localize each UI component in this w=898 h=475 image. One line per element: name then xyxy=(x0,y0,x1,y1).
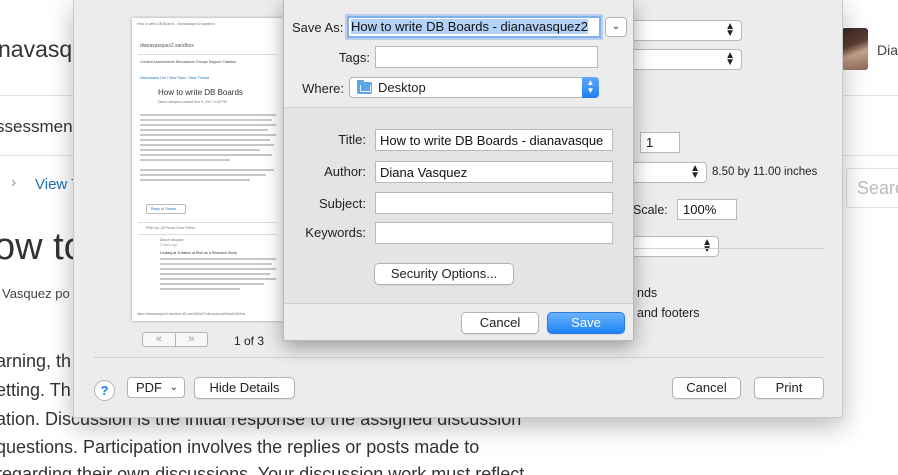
folder-icon xyxy=(357,80,372,94)
up-down-arrows-icon: ▲ ▼ xyxy=(582,77,599,98)
tags-input[interactable] xyxy=(375,46,598,68)
next-page-button[interactable]: » xyxy=(174,333,208,346)
up-down-arrows-icon: ▲ ▼ xyxy=(702,237,712,255)
hide-details-button[interactable]: Hide Details xyxy=(194,377,295,399)
up-down-arrows-icon: ▲ ▼ xyxy=(725,21,735,39)
title-input[interactable]: How to write DB Boards - dianavasque xyxy=(375,129,613,151)
preview-site: dianavasquez2.sandbox xyxy=(140,43,194,49)
metadata-section: Title: How to write DB Boards - dianavas… xyxy=(284,107,633,304)
footer-divider xyxy=(94,357,824,358)
save-pdf-sheet: Save As: How to write DB Boards - dianav… xyxy=(283,0,634,341)
preview-text-line xyxy=(140,114,276,116)
options-panel-select[interactable]: ▲ ▼ xyxy=(623,236,719,257)
preview-text-line xyxy=(140,129,268,131)
preview-text-line xyxy=(140,149,260,151)
preview-text-line xyxy=(140,179,250,181)
preview-text-line xyxy=(140,169,274,171)
option-headers-footers-label[interactable]: and footers xyxy=(637,306,700,320)
presets-select[interactable]: ▲ ▼ xyxy=(623,49,742,70)
preview-footer: https://dianavasquez2.sandbox.d2l.com/d2… xyxy=(137,312,246,316)
preview-text-line xyxy=(160,278,276,280)
preview-reply-button: Reply to Thread xyxy=(146,204,186,214)
paper-size-select[interactable]: ▲ ▼ xyxy=(623,162,707,183)
up-down-arrows-icon: ▲ ▼ xyxy=(690,163,700,181)
where-popup[interactable]: Desktop ▲ ▼ xyxy=(349,77,599,98)
subject-input[interactable] xyxy=(375,192,613,214)
author-label: Author: xyxy=(324,164,366,179)
paper-size-text: 8.50 by 11.00 inches xyxy=(712,166,818,178)
preview-text-line xyxy=(160,283,264,285)
author-input[interactable]: Diana Vasquez xyxy=(375,161,613,183)
preview-text-line xyxy=(140,134,276,136)
where-label: Where: xyxy=(302,81,344,96)
preview-header: How to write DB Boards - dianavasquez2.s… xyxy=(137,22,216,26)
save-button[interactable]: Save xyxy=(547,312,625,334)
keywords-input[interactable] xyxy=(375,222,613,244)
preview-reply-subject: Looking at 'A Nation at Risk' as a Resea… xyxy=(160,251,237,255)
preview-text-line xyxy=(140,119,272,121)
page-preview: How to write DB Boards - dianavasquez2.s… xyxy=(132,18,283,321)
preview-text-line xyxy=(140,174,266,176)
help-button[interactable]: ? xyxy=(94,380,115,401)
cancel-save-button[interactable]: Cancel xyxy=(461,312,539,334)
scale-label: Scale: xyxy=(633,203,668,217)
preview-text-line xyxy=(160,288,240,290)
preview-text-line xyxy=(140,139,270,141)
preview-text-line xyxy=(140,144,274,146)
subject-label: Subject: xyxy=(319,196,366,211)
preview-title: How to write DB Boards xyxy=(158,88,243,97)
body-text-line: arning, th xyxy=(0,351,72,371)
preview-reply-label: Reply to Thread xyxy=(151,207,176,211)
page-navigator: « » xyxy=(142,332,208,347)
preview-reply-author: Diana Vasquez xyxy=(160,238,184,242)
where-value: Desktop xyxy=(378,80,426,95)
preview-text-line xyxy=(140,159,230,161)
avatar[interactable] xyxy=(842,28,868,70)
option-backgrounds-label[interactable]: nds xyxy=(637,286,657,300)
printer-select[interactable]: ▲ ▼ xyxy=(623,20,742,41)
preview-menu: Content Assessments Discussions Groups S… xyxy=(140,60,236,64)
preview-divider xyxy=(138,222,277,223)
body-text-line: questions. Participation involves the re… xyxy=(0,437,480,457)
save-as-value: How to write DB Boards - dianavasquez2 xyxy=(351,19,589,34)
pdf-label: PDF xyxy=(136,380,162,395)
body-text-line: regarding their own discussions. Your di… xyxy=(0,464,525,475)
nav-item-assessments[interactable]: ssessmen xyxy=(0,117,73,137)
security-options-button[interactable]: Security Options... xyxy=(374,263,514,285)
save-as-input[interactable]: How to write DB Boards - dianavasquez2 xyxy=(347,16,601,38)
title-label: Title: xyxy=(338,132,366,147)
body-text-line: etting. Th xyxy=(0,380,71,400)
tags-label: Tags: xyxy=(338,50,370,65)
preview-text-line xyxy=(160,273,270,275)
preview-divider xyxy=(138,54,277,55)
preview-text-line xyxy=(140,154,272,156)
up-down-arrows-icon: ▲ ▼ xyxy=(725,50,735,68)
preview-text-line xyxy=(160,258,276,260)
preview-text-line xyxy=(160,268,276,270)
scale-input[interactable]: 100% xyxy=(677,199,737,220)
pdf-menu-button[interactable]: PDF ⌄ xyxy=(127,377,185,398)
preview-text-line xyxy=(160,263,272,265)
user-name[interactable]: Dia xyxy=(877,42,898,58)
preview-filter: Filter by: All Posts Clear Filters xyxy=(146,226,195,230)
preview-divider xyxy=(138,234,277,235)
preview-breadcrumb: Discussions List / View Topic / View Thr… xyxy=(140,76,209,80)
expand-chevron-icon[interactable]: ⌄ xyxy=(605,17,627,37)
preview-reply-meta: 3 hours ago xyxy=(160,243,178,247)
preview-text-line xyxy=(140,124,276,126)
cancel-print-button[interactable]: Cancel xyxy=(672,377,741,399)
settings-divider xyxy=(630,248,824,249)
post-author-line: Vasquez po xyxy=(2,286,70,301)
chevron-right-icon: › xyxy=(11,174,17,191)
print-button[interactable]: Print xyxy=(754,377,824,399)
copies-input[interactable]: 1 xyxy=(640,132,680,153)
previous-page-button[interactable]: « xyxy=(143,333,175,346)
keywords-label: Keywords: xyxy=(305,225,366,240)
page-indicator: 1 of 3 xyxy=(234,334,265,348)
preview-byline: Diana Vasquez posted Nov 9, 2017 4:02 PM xyxy=(158,100,227,104)
chevron-down-icon: ⌄ xyxy=(169,382,178,393)
search-input[interactable]: Searc xyxy=(846,168,898,208)
